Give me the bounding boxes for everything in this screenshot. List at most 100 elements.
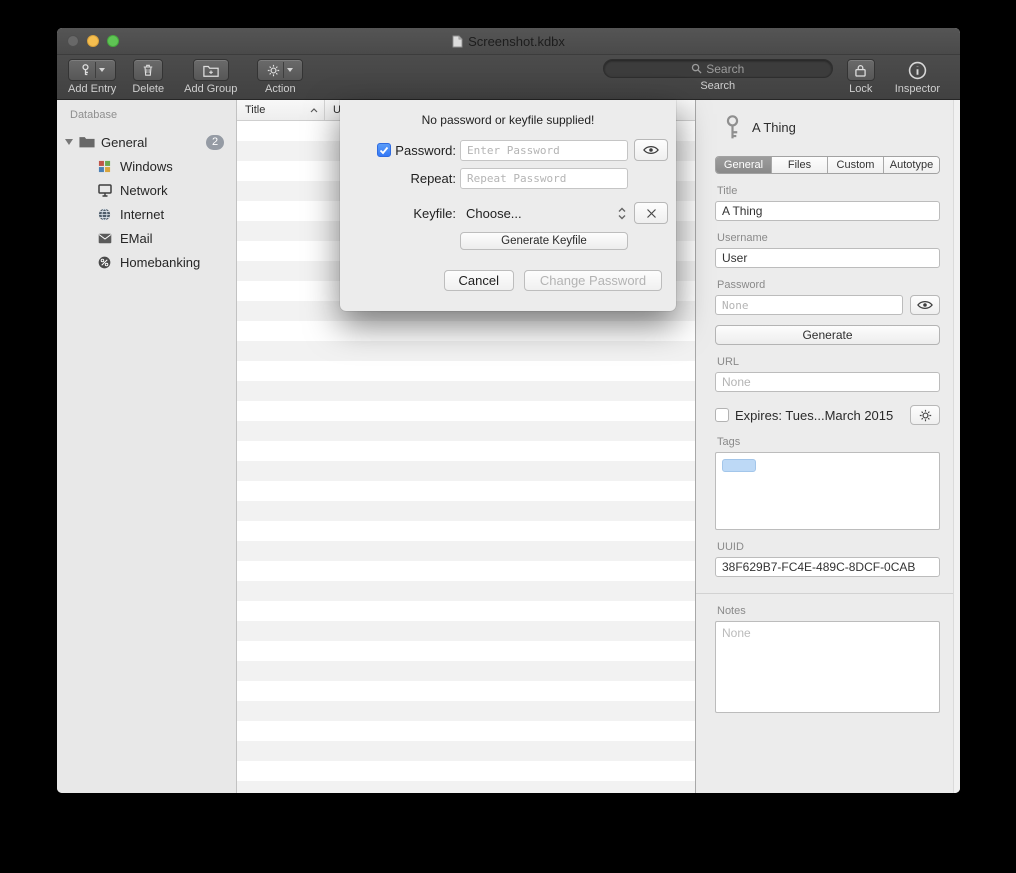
minimize-button[interactable] [87, 35, 99, 47]
password-field[interactable] [715, 295, 903, 315]
homebanking-icon [97, 256, 112, 269]
sidebar-item-windows[interactable]: Windows [57, 154, 236, 178]
password-checkbox[interactable] [377, 143, 391, 157]
folder-icon [79, 136, 95, 148]
dialog-reveal-password-button[interactable] [634, 139, 668, 161]
generate-keyfile-button[interactable]: Generate Keyfile [460, 232, 628, 250]
key-icon [723, 114, 742, 141]
generate-password-button[interactable]: Generate [715, 325, 940, 345]
expires-settings-button[interactable] [910, 405, 940, 425]
sidebar-item-homebanking[interactable]: Homebanking [57, 250, 236, 274]
sidebar-item-label: Network [120, 183, 168, 198]
dialog-password-input[interactable] [460, 140, 628, 161]
chevron-down-icon [287, 68, 293, 72]
inspector-scrollbar[interactable] [953, 100, 960, 793]
stepper-icon [618, 207, 626, 220]
entry-title: A Thing [752, 120, 796, 135]
gear-icon [919, 409, 932, 422]
tab-autotype[interactable]: Autotype [883, 157, 939, 173]
lock-icon [855, 64, 866, 77]
app-window: Screenshot.kdbx Add Entry Delete [57, 28, 960, 793]
tab-files[interactable]: Files [771, 157, 827, 173]
titlebar: Screenshot.kdbx [57, 28, 960, 55]
username-field[interactable] [715, 248, 940, 268]
notes-field[interactable]: None [715, 621, 940, 713]
document-proxy-icon [452, 35, 463, 48]
uuid-label: UUID [717, 541, 940, 553]
uuid-field[interactable] [715, 557, 940, 577]
window-title: Screenshot.kdbx [468, 34, 565, 49]
sidebar-item-label: EMail [120, 231, 153, 246]
search-placeholder: Search [706, 62, 744, 76]
sidebar-item-internet[interactable]: Internet [57, 202, 236, 226]
sidebar-item-label: Homebanking [120, 255, 200, 270]
trash-icon [142, 63, 154, 77]
search-input[interactable]: Search [603, 59, 833, 78]
sidebar-header: Database [57, 109, 236, 121]
change-password-sheet: No password or keyfile supplied! Passwor… [340, 100, 676, 311]
chevron-down-icon [99, 68, 105, 72]
expires-checkbox[interactable] [715, 408, 729, 422]
sidebar-item-email[interactable]: EMail [57, 226, 236, 250]
url-field[interactable] [715, 372, 940, 392]
keyfile-popup[interactable]: Choose... [460, 206, 628, 221]
delete-button[interactable] [133, 59, 163, 81]
add-group-label: Add Group [184, 83, 237, 95]
dialog-repeat-input[interactable] [460, 168, 628, 189]
entry-count-badge: 2 [206, 135, 224, 150]
url-label: URL [717, 356, 940, 368]
disclosure-triangle-icon[interactable] [65, 139, 73, 145]
internet-icon [97, 208, 112, 221]
username-label: Username [717, 232, 940, 244]
sidebar-item-network[interactable]: Network [57, 178, 236, 202]
inspector-button[interactable] [906, 59, 928, 81]
tags-label: Tags [717, 436, 940, 448]
title-field[interactable] [715, 201, 940, 221]
tag-chip[interactable] [722, 459, 756, 472]
tab-custom[interactable]: Custom [827, 157, 883, 173]
cancel-button[interactable]: Cancel [444, 270, 514, 291]
notes-label: Notes [717, 605, 940, 617]
search-label: Search [700, 80, 735, 92]
folder-plus-icon [203, 64, 219, 77]
dialog-password-label: Password: [395, 143, 456, 158]
add-group-button[interactable] [193, 59, 229, 81]
action-button[interactable] [257, 59, 303, 81]
lock-label: Lock [849, 83, 872, 95]
windows-icon [97, 160, 112, 173]
add-entry-button[interactable] [68, 59, 116, 81]
dialog-message: No password or keyfile supplied! [340, 113, 676, 127]
sort-ascending-icon [310, 108, 318, 113]
add-entry-label: Add Entry [68, 83, 116, 95]
eye-icon [917, 300, 933, 310]
change-password-button[interactable]: Change Password [524, 270, 662, 291]
eye-icon [643, 145, 659, 155]
info-icon [908, 61, 927, 80]
sidebar-group-general[interactable]: General 2 [57, 130, 236, 154]
column-title-label: Title [245, 104, 265, 116]
gear-icon [267, 64, 280, 77]
keyfile-popup-value: Choose... [466, 206, 522, 221]
expires-label: Expires: Tues...March 2015 [735, 408, 904, 423]
zoom-button[interactable] [107, 35, 119, 47]
traffic-lights [67, 35, 119, 47]
toolbar: Add Entry Delete Add Group [57, 55, 960, 100]
clear-keyfile-button[interactable] [634, 202, 668, 224]
check-icon [379, 146, 389, 155]
close-x-icon [646, 208, 657, 219]
key-icon [79, 63, 92, 77]
dialog-keyfile-label: Keyfile: [413, 206, 456, 221]
reveal-password-button[interactable] [910, 295, 940, 315]
sidebar-group-label: General [101, 135, 147, 150]
tags-field[interactable] [715, 452, 940, 530]
column-header-title[interactable]: Title [237, 100, 325, 120]
lock-button[interactable] [847, 59, 875, 81]
inspector-panel: A Thing General Files Custom Autotype Ti… [695, 100, 960, 793]
network-icon [97, 184, 112, 197]
sidebar: Database General 2 Windows Network [57, 100, 237, 793]
inspector-label: Inspector [895, 83, 940, 95]
email-icon [97, 233, 112, 244]
close-button[interactable] [67, 35, 79, 47]
tab-general[interactable]: General [716, 157, 771, 173]
dialog-repeat-label: Repeat: [410, 171, 456, 186]
